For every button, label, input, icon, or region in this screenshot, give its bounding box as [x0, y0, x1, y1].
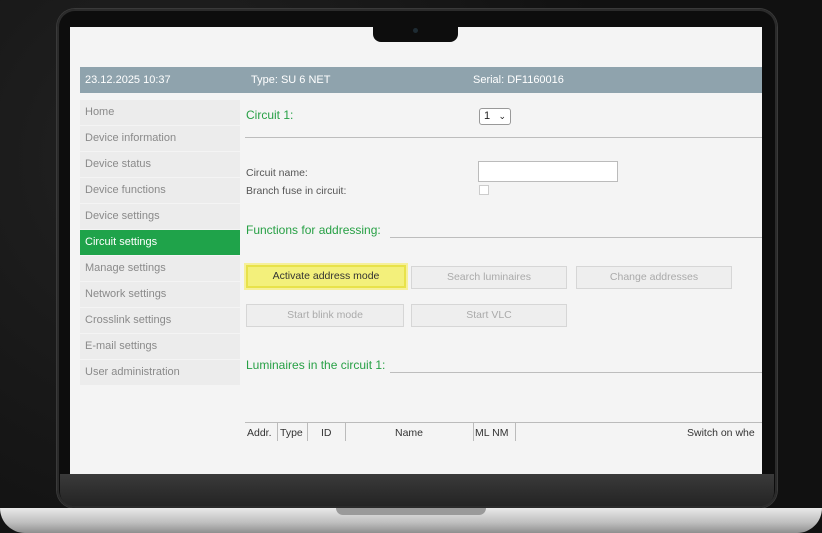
circuit-name-input[interactable] — [478, 161, 618, 182]
sidebar-nav: Home Device information Device status De… — [80, 100, 240, 386]
column-name: Name — [395, 427, 424, 439]
sidebar-item-device-information[interactable]: Device information — [80, 126, 240, 151]
sidebar-item-crosslink-settings[interactable]: Crosslink settings — [80, 308, 240, 333]
column-separator — [473, 423, 474, 441]
status-bar: 23.12.2025 10:37 Type: SU 6 NET Serial: … — [80, 67, 762, 93]
branch-fuse-label: Branch fuse in circuit: — [246, 185, 347, 197]
sidebar-item-manage-settings[interactable]: Manage settings — [80, 256, 240, 281]
divider — [390, 372, 762, 373]
column-type: Type — [280, 427, 303, 439]
browser-screen: 23.12.2025 10:37 Type: SU 6 NET Serial: … — [70, 27, 762, 474]
main-content: Circuit 1: 1 ⌄ Circuit name: Branch fuse… — [245, 100, 762, 474]
luminaires-title: Luminaires in the circuit 1: — [246, 358, 386, 372]
sidebar-item-device-status[interactable]: Device status — [80, 152, 240, 177]
column-separator — [345, 423, 346, 441]
camera-icon — [413, 28, 418, 33]
device-type: Type: SU 6 NET — [251, 74, 331, 86]
circuit-title: Circuit 1: — [246, 108, 294, 122]
divider — [390, 237, 762, 238]
sidebar-item-home[interactable]: Home — [80, 100, 240, 125]
activate-address-mode-button[interactable]: Activate address mode — [246, 265, 406, 288]
device-serial: Serial: DF1160016 — [473, 74, 564, 86]
circuit-name-label: Circuit name: — [246, 167, 308, 179]
sidebar-item-device-functions[interactable]: Device functions — [80, 178, 240, 203]
search-luminaires-button[interactable]: Search luminaires — [411, 266, 567, 289]
sidebar-item-circuit-settings[interactable]: Circuit settings — [80, 230, 240, 255]
sidebar-item-email-settings[interactable]: E-mail settings — [80, 334, 240, 359]
laptop-base-notch — [336, 508, 486, 515]
column-ml-nm: ML NM — [475, 427, 509, 439]
sidebar-item-device-settings[interactable]: Device settings — [80, 204, 240, 229]
column-separator — [515, 423, 516, 441]
chevron-down-icon: ⌄ — [498, 111, 506, 121]
addressing-title: Functions for addressing: — [246, 223, 381, 237]
sidebar-item-user-administration[interactable]: User administration — [80, 360, 240, 385]
column-separator — [277, 423, 278, 441]
circuit-select-value: 1 — [484, 110, 491, 122]
column-switch-on: Switch on whe — [687, 427, 755, 439]
column-addr: Addr. — [247, 427, 272, 439]
laptop-hinge — [60, 474, 774, 506]
divider — [245, 137, 762, 138]
datetime: 23.12.2025 10:37 — [85, 74, 171, 86]
start-blink-mode-button[interactable]: Start blink mode — [246, 304, 404, 327]
sidebar-item-network-settings[interactable]: Network settings — [80, 282, 240, 307]
change-addresses-button[interactable]: Change addresses — [576, 266, 732, 289]
column-id: ID — [321, 427, 332, 439]
circuit-select[interactable]: 1 ⌄ — [479, 108, 511, 125]
start-vlc-button[interactable]: Start VLC — [411, 304, 567, 327]
branch-fuse-checkbox[interactable] — [479, 185, 489, 195]
camera-notch — [373, 20, 458, 42]
column-separator — [307, 423, 308, 441]
